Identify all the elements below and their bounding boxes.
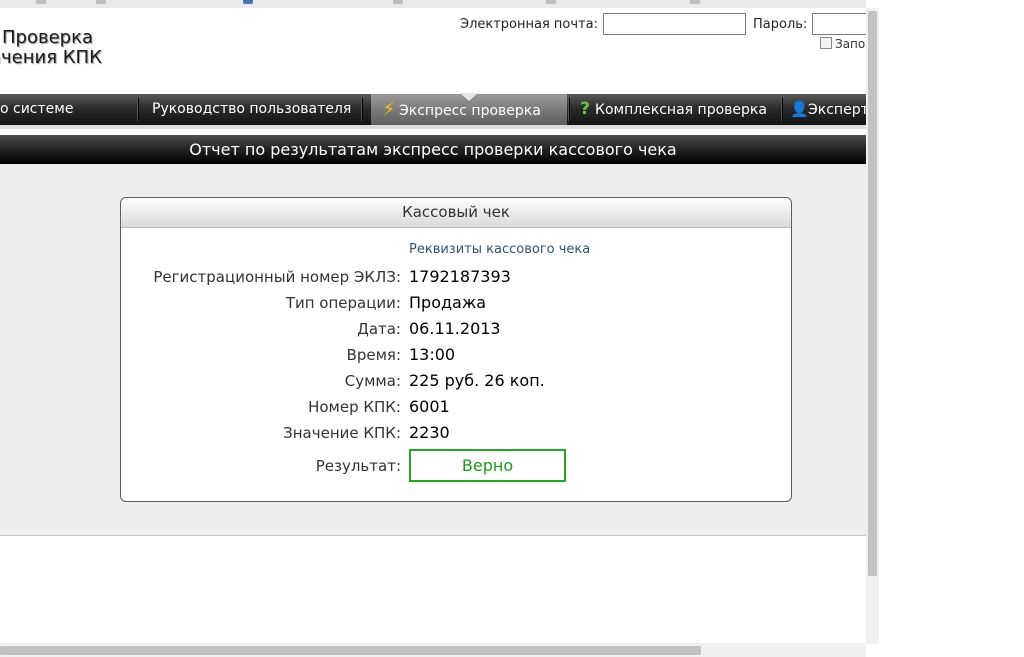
main-nav: о системе Руководство пользователя ⚡ Эксп…: [0, 93, 866, 125]
nav-item-about[interactable]: о системе: [0, 94, 140, 125]
receipt-row-kpk-number: Номер КПК: 6001: [121, 396, 791, 418]
row-value: 6001: [409, 397, 450, 416]
nav-divider: [361, 98, 363, 121]
row-label: Регистрационный номер ЭКЛЗ:: [153, 268, 401, 286]
receipt-row-eklz: Регистрационный номер ЭКЛЗ: 1792187393: [121, 266, 791, 288]
nav-divider: [781, 98, 783, 121]
result-badge: Верно: [409, 449, 566, 482]
receipt-row-operation-type: Тип операции: Продажа: [121, 292, 791, 314]
remember-label: Запо: [835, 37, 866, 51]
question-icon: ?: [580, 99, 590, 119]
tab-icon[interactable]: [36, 0, 46, 4]
horizontal-scroll-thumb[interactable]: [0, 646, 701, 655]
tab-icon[interactable]: [393, 0, 403, 4]
password-label: Пароль:: [753, 17, 808, 32]
report-area: Отчет по результатам экспресс проверки к…: [0, 135, 866, 536]
horizontal-scrollbar[interactable]: [0, 643, 866, 657]
tab-icon[interactable]: [243, 0, 253, 4]
receipt-row-amount: Сумма: 225 руб. 26 коп.: [121, 370, 791, 392]
row-label: Значение КПК:: [283, 424, 401, 442]
nav-item-expert[interactable]: 👤Эксперт: [790, 94, 866, 125]
receipt-row-date: Дата: 06.11.2013: [121, 318, 791, 340]
row-label: Дата:: [357, 320, 401, 338]
nav-item-label: Экспресс проверка: [399, 103, 541, 119]
tab-icon[interactable]: [96, 0, 106, 4]
site-logo-line2[interactable]: ачения КПК: [0, 48, 102, 68]
row-value: 2230: [409, 423, 450, 442]
tab-icon[interactable]: [546, 0, 556, 4]
row-value: Продажа: [409, 293, 487, 312]
nav-divider: [137, 98, 139, 121]
page-viewport: Проверка ачения КПК Электронная почта: П…: [0, 8, 866, 643]
nav-item-user-guide[interactable]: Руководство пользователя: [152, 94, 351, 125]
receipt-card-header: Кассовый чек: [121, 198, 791, 228]
receipt-row-kpk-value: Значение КПК: 2230: [121, 422, 791, 444]
nav-divider: [568, 98, 570, 121]
nav-item-label: Комплексная проверка: [595, 102, 767, 118]
vertical-scroll-thumb[interactable]: [868, 11, 877, 576]
row-value: 06.11.2013: [409, 319, 501, 338]
email-field[interactable]: [603, 13, 746, 35]
report-title: Отчет по результатам экспресс проверки к…: [0, 135, 866, 164]
receipt-row-time: Время: 13:00: [121, 344, 791, 366]
row-label: Время:: [346, 346, 401, 364]
tab-icon[interactable]: [690, 0, 700, 4]
site-logo-line1[interactable]: Проверка: [2, 28, 93, 48]
remember-me[interactable]: Запо: [820, 37, 865, 51]
active-tab-indicator: [460, 93, 478, 101]
nav-underbar: [0, 125, 866, 129]
row-label: Тип операции:: [285, 294, 401, 312]
receipt-card: Кассовый чек Реквизиты кассового чека Ре…: [120, 197, 792, 502]
row-label: Сумма:: [344, 372, 401, 390]
result-label: Результат:: [315, 457, 401, 475]
nav-item-label: Эксперт: [808, 102, 866, 118]
nav-item-label: Руководство пользователя: [152, 101, 352, 117]
row-value: 1792187393: [409, 267, 511, 286]
row-label: Номер КПК:: [308, 398, 401, 416]
row-value: 225 руб. 26 коп.: [409, 371, 545, 390]
remember-checkbox[interactable]: [820, 37, 832, 49]
receipt-details-link[interactable]: Реквизиты кассового чека: [409, 242, 590, 257]
row-value: 13:00: [409, 345, 456, 364]
user-icon: 👤: [790, 100, 809, 118]
vertical-scrollbar[interactable]: [866, 8, 879, 644]
password-field[interactable]: [812, 13, 866, 35]
nav-item-label: о системе: [0, 101, 74, 117]
nav-item-complex-check[interactable]: ? Комплексная проверка: [577, 94, 767, 125]
lightning-icon: ⚡: [382, 99, 396, 120]
email-label: Электронная почта:: [460, 17, 598, 32]
